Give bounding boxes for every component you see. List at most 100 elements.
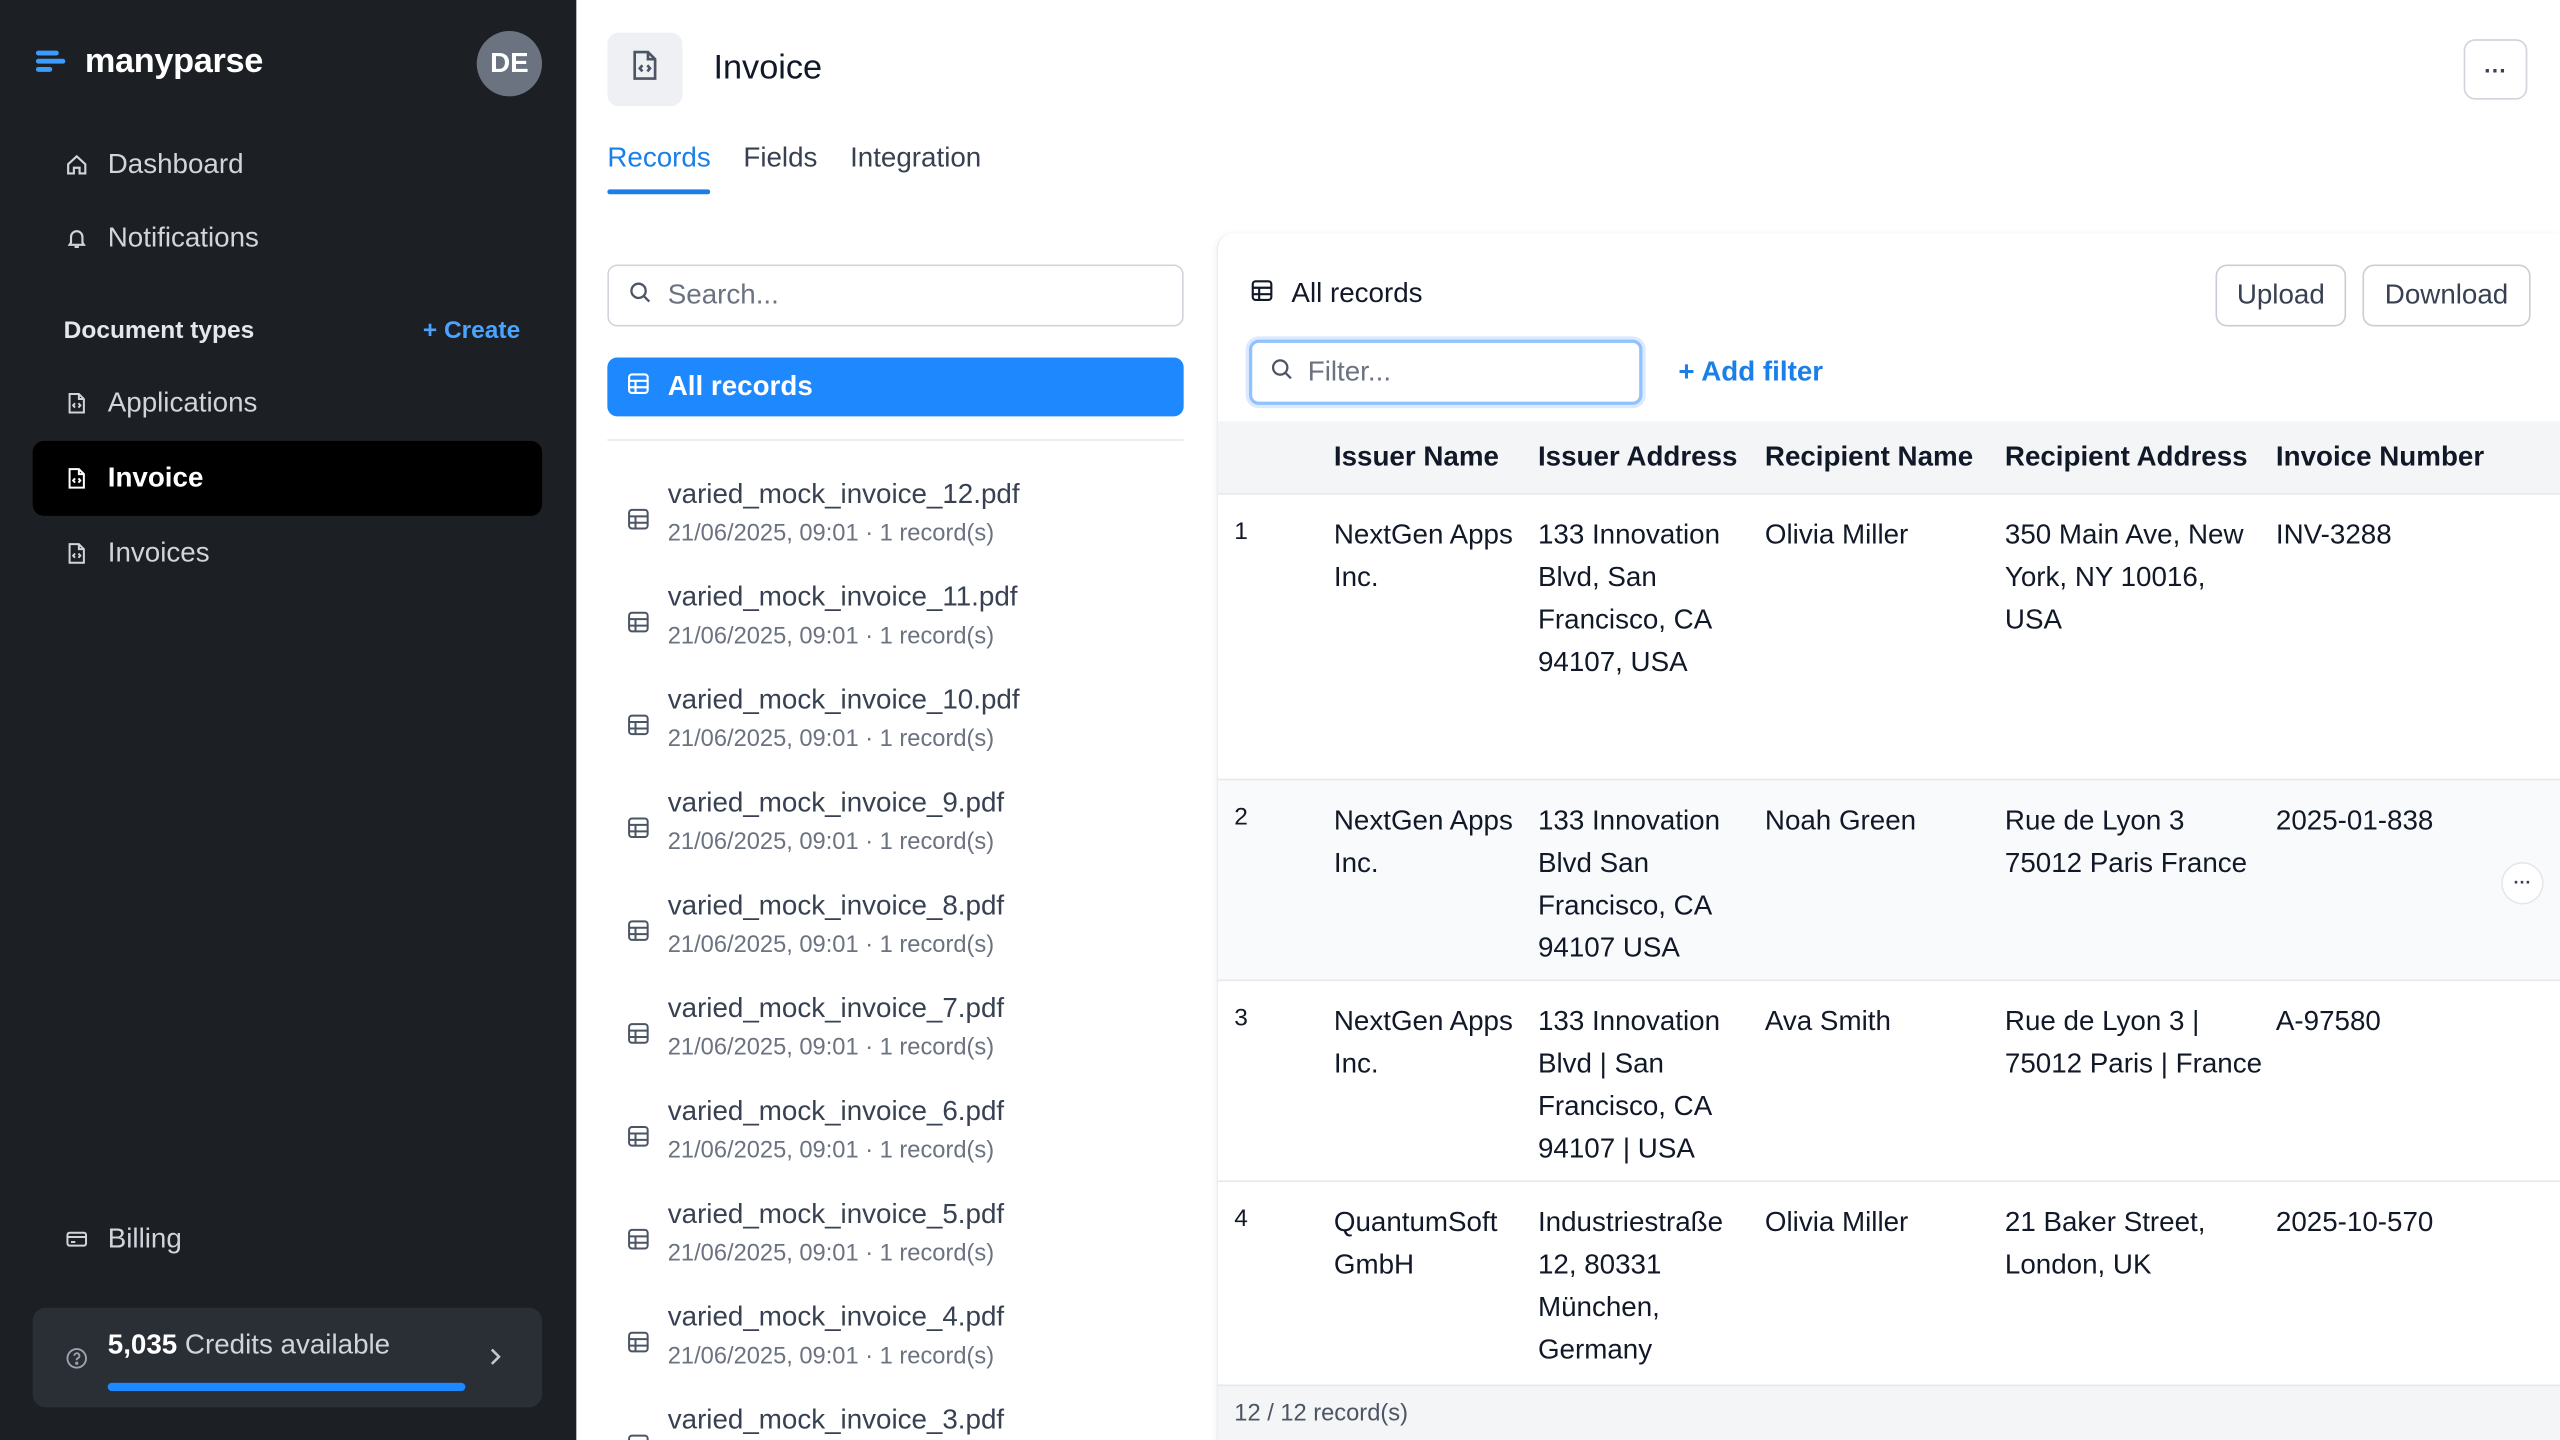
column-header-issuer-name[interactable]: Issuer Name bbox=[1334, 441, 1499, 474]
add-filter-button[interactable]: + Add filter bbox=[1678, 356, 1823, 389]
search-icon bbox=[1270, 357, 1293, 388]
file-list-item[interactable]: varied_mock_invoice_9.pdf 21/06/2025, 09:… bbox=[620, 787, 1175, 872]
tab-records[interactable]: Records bbox=[607, 142, 712, 195]
table-row[interactable]: 2 NextGen Apps Inc. 133 Innovation Blvd Sa… bbox=[1217, 780, 2560, 982]
sidebar-item-applications[interactable]: Applications bbox=[33, 366, 542, 441]
cell-issuer-name[interactable]: NextGen Apps Inc. bbox=[1334, 1001, 1527, 1086]
file-list-item[interactable]: varied_mock_invoice_12.pdf 21/06/2025, 09… bbox=[620, 478, 1175, 563]
cell-recipient-address[interactable]: Rue de Lyon 3 | 75012 Paris | France bbox=[2005, 1001, 2266, 1086]
file-meta: 21/06/2025, 09:01 · 1 record(s) bbox=[667, 1240, 995, 1267]
cell-issuer-name[interactable]: NextGen Apps Inc. bbox=[1334, 800, 1527, 885]
column-header-issuer-address[interactable]: Issuer Address bbox=[1538, 441, 1738, 474]
file-list-item[interactable]: varied_mock_invoice_5.pdf 21/06/2025, 09:… bbox=[620, 1198, 1175, 1283]
page-title: Invoice bbox=[713, 48, 823, 87]
nav-item-billing[interactable]: Billing bbox=[33, 1202, 542, 1277]
cell-recipient-name[interactable]: Ava Smith bbox=[1765, 1001, 1994, 1043]
upload-button[interactable]: Upload bbox=[2215, 264, 2347, 327]
file-list-item[interactable]: varied_mock_invoice_8.pdf 21/06/2025, 09:… bbox=[620, 890, 1175, 975]
sidebar-item-label: Invoices bbox=[107, 537, 210, 569]
download-button[interactable]: Download bbox=[2362, 264, 2531, 327]
table-row[interactable]: 1 NextGen Apps Inc. 133 Innovation Blvd, S… bbox=[1217, 494, 2560, 781]
file-list-item[interactable]: varied_mock_invoice_4.pdf 21/06/2025, 09:… bbox=[620, 1301, 1175, 1386]
file-name: varied_mock_invoice_4.pdf bbox=[667, 1301, 1005, 1333]
file-code-icon bbox=[65, 392, 88, 415]
file-list-item[interactable]: varied_mock_invoice_7.pdf 21/06/2025, 09:… bbox=[620, 993, 1175, 1078]
search-icon bbox=[629, 280, 652, 311]
cell-recipient-name[interactable]: Olivia Miller bbox=[1765, 1202, 1994, 1244]
file-list-item[interactable]: varied_mock_invoice_10.pdf 21/06/2025, 09… bbox=[620, 684, 1175, 769]
cell-issuer-name[interactable]: NextGen Apps Inc. bbox=[1334, 514, 1527, 599]
cell-invoice-number[interactable]: INV-3288 bbox=[2276, 514, 2521, 556]
table-icon bbox=[627, 816, 650, 839]
file-list-item[interactable]: varied_mock_invoice_6.pdf 21/06/2025, 09:… bbox=[620, 1096, 1175, 1181]
chevron-right-icon bbox=[483, 1344, 506, 1378]
avatar[interactable]: DE bbox=[476, 31, 543, 97]
brand[interactable]: manyparse bbox=[35, 42, 263, 81]
cell-recipient-address[interactable]: 21 Baker Street, London, UK bbox=[2005, 1202, 2266, 1287]
table-row[interactable]: 4 QuantumSoft GmbH Industriestraße 12, 803… bbox=[1217, 1182, 2560, 1395]
column-header-recipient-address[interactable]: Recipient Address bbox=[2005, 441, 2248, 474]
filter-input[interactable] bbox=[1307, 355, 1618, 389]
cell-recipient-address[interactable]: 350 Main Ave, New York, NY 10016, USA bbox=[2005, 514, 2266, 641]
column-header-recipient-name[interactable]: Recipient Name bbox=[1765, 441, 1973, 474]
manyparse-logo-icon bbox=[35, 49, 69, 75]
table-icon bbox=[627, 611, 650, 634]
tab-fields[interactable]: Fields bbox=[743, 142, 817, 194]
file-list-item[interactable]: varied_mock_invoice_3.pdf bbox=[620, 1404, 1175, 1440]
cell-issuer-address[interactable]: 133 Innovation Blvd | San Francisco, CA … bbox=[1538, 1001, 1747, 1171]
search-input[interactable] bbox=[667, 279, 1142, 312]
cell-issuer-address[interactable]: 133 Innovation Blvd San Francisco, CA 94… bbox=[1538, 800, 1747, 970]
cell-issuer-address[interactable]: 133 Innovation Blvd, San Francisco, CA 9… bbox=[1538, 514, 1747, 684]
credits-text: 5,035 Credits available bbox=[108, 1329, 390, 1362]
cell-issuer-name[interactable]: QuantumSoft GmbH bbox=[1334, 1202, 1527, 1287]
more-options-button[interactable]: ··· bbox=[2463, 39, 2528, 100]
table-icon bbox=[627, 508, 650, 531]
file-name: varied_mock_invoice_9.pdf bbox=[667, 786, 1005, 818]
filter-field[interactable] bbox=[1248, 339, 1643, 405]
cell-recipient-name[interactable]: Olivia Miller bbox=[1765, 514, 1994, 556]
table-row[interactable]: 3 NextGen Apps Inc. 133 Innovation Blvd | … bbox=[1217, 981, 2560, 1183]
all-records-button[interactable]: All records bbox=[607, 357, 1184, 417]
cell-issuer-address[interactable]: Industriestraße 12, 80331 München, Germa… bbox=[1538, 1202, 1747, 1372]
column-header-invoice-number[interactable]: Invoice Number bbox=[2276, 441, 2484, 474]
file-code-icon bbox=[65, 542, 88, 565]
divider bbox=[607, 439, 1184, 441]
file-code-icon bbox=[65, 467, 88, 490]
row-number: 3 bbox=[1234, 1004, 1248, 1032]
file-name: varied_mock_invoice_3.pdf bbox=[667, 1404, 1005, 1436]
nav-label-billing: Billing bbox=[107, 1222, 182, 1254]
sidebar-item-invoices[interactable]: Invoices bbox=[33, 516, 542, 591]
cell-recipient-address[interactable]: Rue de Lyon 3 75012 Paris France bbox=[2005, 800, 2266, 885]
row-more-button[interactable]: ··· bbox=[2501, 862, 2544, 905]
sidebar: manyparse DE Dashboard Notifications Doc… bbox=[0, 0, 577, 1440]
sidebar-item-invoice[interactable]: Invoice bbox=[32, 440, 543, 516]
all-records-label: All records bbox=[667, 370, 813, 402]
file-meta: 21/06/2025, 09:01 · 1 record(s) bbox=[667, 932, 995, 959]
create-document-type-button[interactable]: + Create bbox=[423, 317, 520, 345]
bell-icon bbox=[65, 227, 88, 250]
file-list-item[interactable]: varied_mock_invoice_11.pdf 21/06/2025, 09… bbox=[620, 581, 1175, 666]
document-types-heading: Document types bbox=[63, 316, 255, 345]
cell-invoice-number[interactable]: 2025-01-838 bbox=[2276, 800, 2521, 842]
file-meta: 21/06/2025, 09:01 · 1 record(s) bbox=[667, 829, 995, 856]
cell-recipient-name[interactable]: Noah Green bbox=[1765, 800, 1994, 842]
file-search[interactable] bbox=[607, 264, 1184, 327]
file-meta: 21/06/2025, 09:01 · 1 record(s) bbox=[667, 1035, 995, 1062]
nav-label-dashboard: Dashboard bbox=[107, 148, 244, 180]
row-number: 1 bbox=[1234, 517, 1248, 546]
file-meta: 21/06/2025, 09:01 · 1 record(s) bbox=[667, 726, 995, 753]
file-meta: 21/06/2025, 09:01 · 1 record(s) bbox=[667, 623, 995, 650]
file-name: varied_mock_invoice_7.pdf bbox=[667, 992, 1005, 1024]
credits-suffix: Credits available bbox=[177, 1328, 391, 1360]
nav-item-notifications[interactable]: Notifications bbox=[33, 201, 542, 276]
table-icon bbox=[627, 1228, 650, 1251]
table-icon bbox=[627, 919, 650, 942]
nav-item-dashboard[interactable]: Dashboard bbox=[33, 127, 542, 202]
table-header: Issuer Name Issuer Address Recipient Nam… bbox=[1217, 421, 2560, 495]
tab-integration[interactable]: Integration bbox=[850, 142, 981, 194]
cell-invoice-number[interactable]: A-97580 bbox=[2276, 1001, 2521, 1043]
credit-card-icon bbox=[65, 1228, 88, 1251]
credits-card[interactable]: 5,035 Credits available bbox=[32, 1307, 543, 1408]
table-icon bbox=[627, 1331, 650, 1354]
cell-invoice-number[interactable]: 2025-10-570 bbox=[2276, 1202, 2521, 1244]
